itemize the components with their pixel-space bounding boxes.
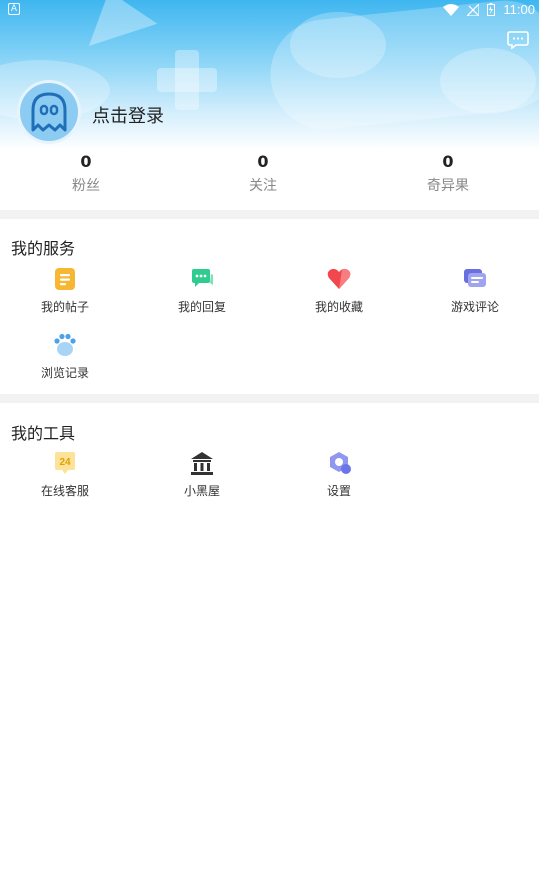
service-label: 浏览记录: [40, 366, 89, 380]
stats-row: 0 粉丝 0 关注 0 奇异果: [0, 152, 539, 204]
profile-header: [0, 0, 539, 150]
service-history[interactable]: 浏览记录: [15, 332, 115, 381]
tool-blackroom[interactable]: 小黑屋: [152, 450, 252, 499]
service-my-favorites[interactable]: 我的收藏: [289, 266, 389, 315]
service-my-posts[interactable]: 我的帖子: [15, 266, 115, 315]
header-decoration: [440, 48, 536, 114]
service-game-reviews[interactable]: 游戏评论: [425, 266, 525, 315]
section-divider: [0, 210, 539, 219]
reply-icon: [192, 269, 213, 287]
notification-badge: A: [8, 3, 20, 15]
service-label: 我的帖子: [40, 300, 89, 314]
tool-label: 设置: [326, 484, 351, 498]
heart-icon: [327, 268, 351, 289]
message-icon[interactable]: [507, 30, 529, 50]
tool-settings[interactable]: 设置: [289, 450, 389, 499]
services-title: 我的服务: [11, 239, 76, 258]
support-24-icon: 24: [55, 452, 75, 474]
stat-label: 粉丝: [72, 178, 100, 194]
stat-kiwi[interactable]: 0 奇异果: [398, 152, 498, 195]
login-link[interactable]: 点击登录: [92, 102, 164, 128]
tool-label: 小黑屋: [183, 484, 220, 498]
service-label: 我的回复: [177, 300, 226, 314]
paw-icon: [54, 333, 76, 356]
stat-value: 0: [80, 152, 92, 171]
stat-label: 关注: [249, 178, 277, 194]
jail-icon: [191, 452, 213, 475]
section-divider: [0, 394, 539, 403]
settings-icon: [330, 452, 351, 474]
stat-value: 0: [442, 152, 454, 171]
stat-fans[interactable]: 0 粉丝: [36, 152, 136, 195]
wifi-icon: [443, 3, 460, 16]
stat-label: 奇异果: [427, 178, 469, 194]
header-decoration: [290, 12, 386, 78]
status-time: 11:00: [503, 2, 535, 17]
header-decoration: [157, 68, 217, 92]
tools-title: 我的工具: [11, 424, 76, 443]
comment-icon: [464, 269, 486, 287]
post-icon: [55, 268, 75, 290]
service-label: 我的收藏: [314, 300, 363, 314]
ghost-icon: [31, 92, 67, 132]
service-my-replies[interactable]: 我的回复: [152, 266, 252, 315]
tool-label: 在线客服: [40, 484, 89, 498]
stat-following[interactable]: 0 关注: [213, 152, 313, 195]
avatar[interactable]: [17, 80, 81, 144]
service-label: 游戏评论: [450, 300, 499, 314]
support-badge-text: 24: [59, 457, 71, 468]
stat-value: 0: [257, 152, 269, 171]
status-bar: A 11:00: [0, 0, 539, 20]
battery-icon: [487, 3, 496, 16]
no-signal-icon: [467, 3, 480, 16]
tool-online-support[interactable]: 24 在线客服: [15, 450, 115, 499]
